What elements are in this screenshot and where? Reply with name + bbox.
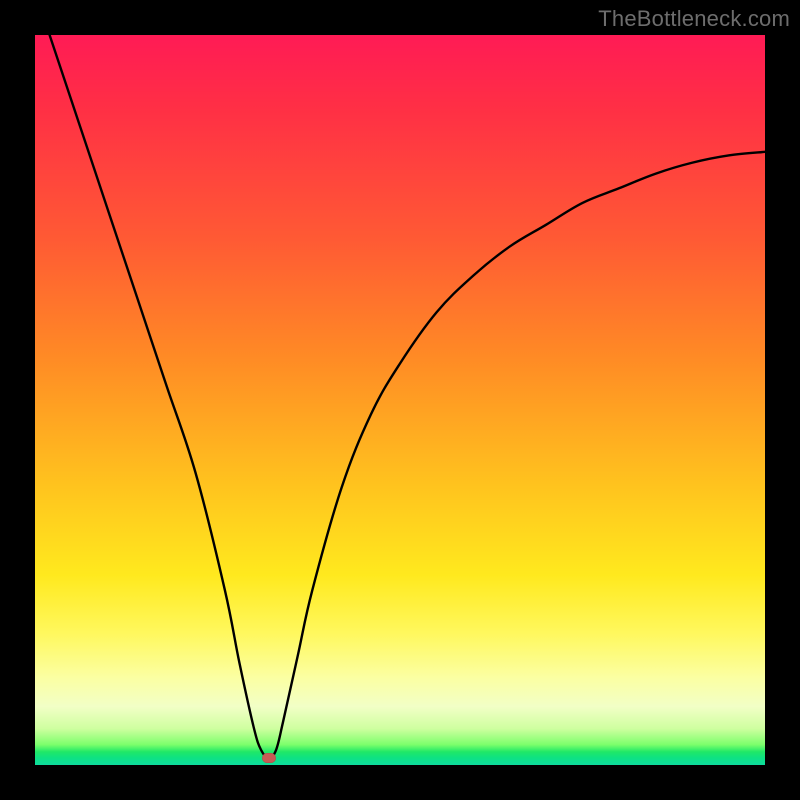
- watermark-text: TheBottleneck.com: [598, 6, 790, 32]
- plot-area: [35, 35, 765, 765]
- bottleneck-curve: [35, 35, 765, 765]
- optimal-point-marker: [262, 753, 276, 763]
- chart-frame: TheBottleneck.com: [0, 0, 800, 800]
